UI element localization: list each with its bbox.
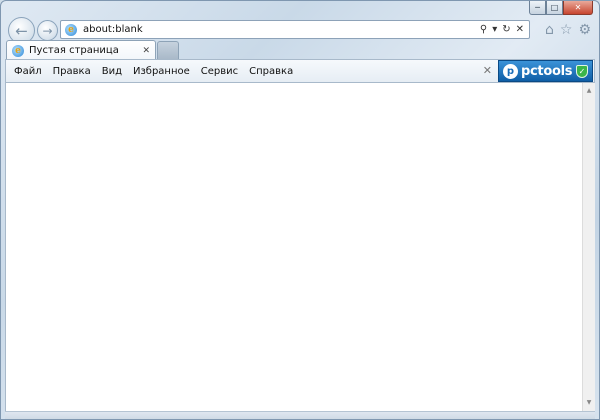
- maximize-button[interactable]: □: [546, 1, 563, 15]
- pctools-brand: pctools: [521, 63, 573, 79]
- address-url[interactable]: about:blank: [83, 24, 480, 35]
- ie-page-icon: e: [65, 23, 77, 36]
- refresh-icon[interactable]: ↻: [502, 24, 510, 35]
- pctools-toolbar-button[interactable]: p pctools ✓: [498, 60, 593, 82]
- settings-gear-icon[interactable]: ⚙: [578, 22, 591, 38]
- menu-item-view[interactable]: Вид: [102, 66, 122, 77]
- toolbar-icons: ⌂ ☆ ⚙: [545, 22, 591, 38]
- tab-title: Пустая страница: [29, 45, 119, 56]
- menu-item-edit[interactable]: Правка: [53, 66, 91, 77]
- close-window-button[interactable]: ✕: [563, 1, 593, 15]
- scroll-down-icon[interactable]: ▼: [583, 397, 595, 409]
- menu-bar: Файл Правка Вид Избранное Сервис Справка…: [5, 59, 595, 83]
- minimize-button[interactable]: ─: [529, 1, 546, 15]
- scroll-up-icon[interactable]: ▲: [583, 85, 595, 97]
- menu-item-tools[interactable]: Сервис: [201, 66, 238, 77]
- page-content[interactable]: [5, 83, 582, 411]
- vertical-scrollbar[interactable]: ▲ ▼: [582, 83, 595, 411]
- status-bar: [5, 411, 595, 419]
- pctools-logo-icon: p: [503, 63, 518, 79]
- favorites-star-icon[interactable]: ☆: [560, 22, 573, 38]
- pctools-close-icon[interactable]: ✕: [483, 64, 492, 77]
- shield-check-icon: ✓: [576, 64, 588, 78]
- forward-button[interactable]: →: [37, 20, 58, 41]
- search-icon[interactable]: ⚲: [480, 24, 487, 35]
- home-icon[interactable]: ⌂: [545, 22, 554, 38]
- tab-close-icon[interactable]: ✕: [142, 46, 155, 56]
- forward-arrow-icon: →: [42, 23, 53, 38]
- back-arrow-icon: ←: [15, 21, 28, 40]
- tab-blank-page[interactable]: e Пустая страница ✕: [6, 40, 156, 60]
- menu-item-favorites[interactable]: Избранное: [133, 66, 190, 77]
- menu-items: Файл Правка Вид Избранное Сервис Справка: [6, 66, 304, 77]
- ie-tab-icon: e: [12, 44, 24, 57]
- address-tools: ⚲ ▾ ↻ ✕: [480, 24, 529, 35]
- new-tab-button[interactable]: [157, 41, 179, 59]
- address-bar[interactable]: e about:blank ⚲ ▾ ↻ ✕: [60, 20, 530, 39]
- menu-item-help[interactable]: Справка: [249, 66, 293, 77]
- window-caption-buttons: ─ □ ✕: [529, 1, 593, 15]
- menu-item-file[interactable]: Файл: [14, 66, 42, 77]
- stop-icon[interactable]: ✕: [516, 24, 524, 35]
- dropdown-icon[interactable]: ▾: [492, 24, 497, 35]
- browser-window: ─ □ ✕ ← → e about:blank ⚲ ▾ ↻ ✕ ⌂ ☆ ⚙ e …: [0, 0, 600, 420]
